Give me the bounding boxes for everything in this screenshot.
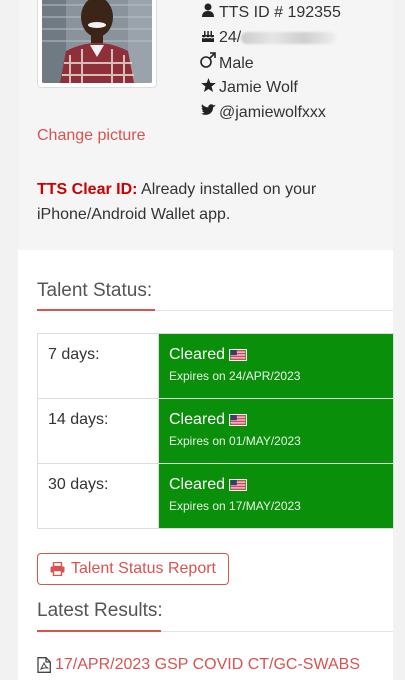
tts-clear-id-notice: TTS Clear ID: Already installed on your … xyxy=(37,177,367,227)
heading-underline xyxy=(161,631,393,632)
birthday-cake-icon xyxy=(200,27,216,47)
change-picture-link[interactable]: Change picture xyxy=(37,127,146,145)
days-cell: 30 days: xyxy=(37,463,159,529)
talent-status-table: 7 days: Cleared Expires on 24/APR/2023 1… xyxy=(37,333,394,529)
expiry-date: Expires on 24/APR/2023 xyxy=(169,369,301,383)
profile-photo-frame[interactable] xyxy=(37,0,157,88)
right-margin xyxy=(393,0,405,680)
table-row: 30 days: Cleared Expires on 17/MAY/2023 xyxy=(37,463,394,529)
star-icon xyxy=(200,77,216,97)
result-link[interactable]: 17/APR/2023 GSP COVID CT/GC-SWABS xyxy=(37,656,360,674)
heading-underline-accent xyxy=(37,630,161,632)
talent-status-report-button[interactable]: Talent Status Report xyxy=(37,553,229,585)
talent-status-heading: Talent Status: xyxy=(37,280,153,301)
days-cell: 7 days: xyxy=(37,333,159,399)
tts-id-text: TTS ID # 192355 xyxy=(219,4,341,21)
talent-name: Jamie Wolf xyxy=(200,77,298,98)
twitter-handle[interactable]: @jamiewolfxxx xyxy=(200,102,326,123)
us-flag-icon xyxy=(229,478,248,491)
status-cell: Cleared Expires on 01/MAY/2023 xyxy=(158,398,394,464)
table-row: 14 days: Cleared Expires on 01/MAY/2023 xyxy=(37,398,394,464)
profile-photo xyxy=(42,0,152,83)
heading-underline-accent xyxy=(37,309,155,311)
birthday-text: 24/ xyxy=(219,29,242,46)
gender: Male xyxy=(200,52,254,74)
report-button-label: Talent Status Report xyxy=(71,560,216,577)
male-icon xyxy=(200,52,216,73)
status-cell: Cleared Expires on 24/APR/2023 xyxy=(158,333,394,399)
us-flag-icon xyxy=(229,348,248,361)
twitter-icon xyxy=(200,102,216,122)
expiry-date: Expires on 17/MAY/2023 xyxy=(169,499,301,513)
tts-id: TTS ID # 192355 xyxy=(200,2,341,23)
days-cell: 14 days: xyxy=(37,398,159,464)
expiry-date: Expires on 01/MAY/2023 xyxy=(169,434,301,448)
table-row: 7 days: Cleared Expires on 24/APR/2023 xyxy=(37,333,394,399)
status-text: Cleared xyxy=(169,411,226,428)
heading-underline xyxy=(155,310,393,311)
gender-text: Male xyxy=(219,55,254,72)
status-text: Cleared xyxy=(169,346,226,363)
redacted-blur xyxy=(241,31,337,44)
twitter-handle-text: @jamiewolfxxx xyxy=(219,104,326,121)
result-link-label: 17/APR/2023 GSP COVID CT/GC-SWABS xyxy=(55,656,360,673)
clear-id-label: TTS Clear ID: xyxy=(37,181,138,198)
status-text: Cleared xyxy=(169,476,226,493)
left-margin xyxy=(0,0,18,680)
us-flag-icon xyxy=(229,413,248,426)
status-cell: Cleared Expires on 17/MAY/2023 xyxy=(158,463,394,529)
talent-name-text: Jamie Wolf xyxy=(219,79,298,96)
user-icon xyxy=(200,2,216,22)
latest-results-heading: Latest Results: xyxy=(37,600,163,621)
pdf-file-icon xyxy=(37,657,51,673)
birthday: 24/ xyxy=(200,27,337,48)
print-icon xyxy=(50,562,65,576)
